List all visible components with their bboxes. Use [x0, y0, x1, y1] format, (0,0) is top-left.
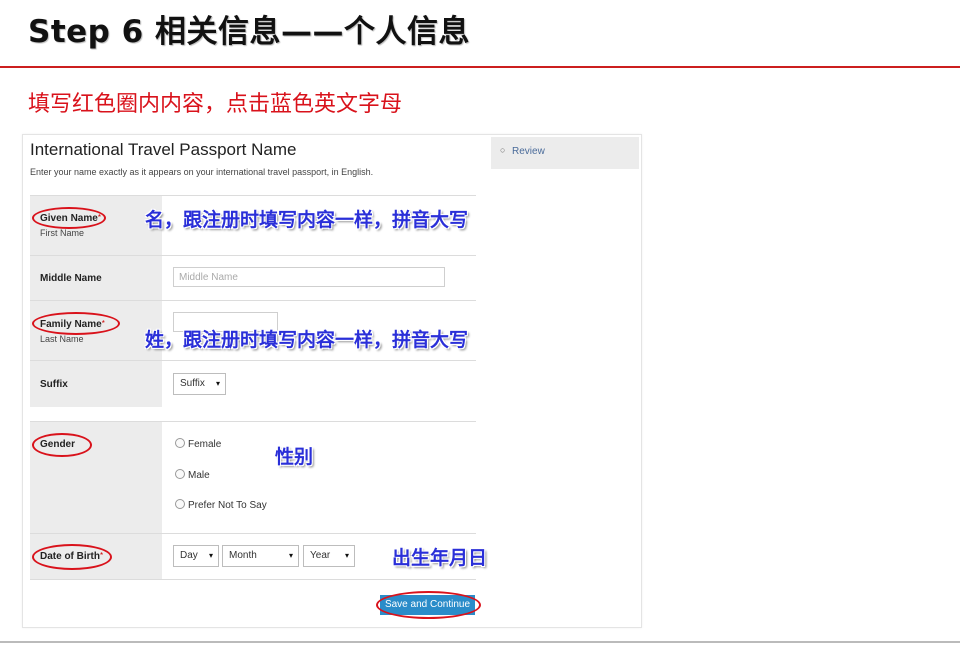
sidebar-item-review[interactable]: ○ Review	[491, 137, 639, 169]
instruction-text: 填写红色圈内内容，点击蓝色英文字母	[28, 92, 403, 117]
middle-name-row: Middle Name Middle Name	[30, 255, 476, 301]
suffix-row: Suffix Suffix ▾	[30, 360, 476, 407]
save-button-highlight-ellipse	[376, 591, 481, 619]
bottom-divider	[0, 641, 960, 643]
gender-row: Gender	[30, 421, 476, 534]
dob-month-value: Month	[229, 550, 257, 561]
radio-circle-icon[interactable]	[175, 499, 185, 509]
gender-radio-female[interactable]: Female	[175, 438, 221, 450]
gender-highlight-ellipse	[32, 433, 92, 457]
middle-name-label: Middle Name	[40, 273, 102, 284]
family-name-highlight-ellipse	[32, 312, 120, 335]
chevron-down-icon: ▾	[288, 551, 293, 560]
suffix-select-value: Suffix	[180, 378, 205, 389]
chevron-down-icon: ▾	[215, 379, 220, 388]
given-name-highlight-ellipse	[32, 207, 106, 229]
gender-annotation: 性别	[275, 446, 314, 468]
suffix-select[interactable]: Suffix ▾	[173, 373, 226, 395]
dob-annotation: 出生年月日	[392, 547, 488, 569]
dob-day-value: Day	[180, 550, 198, 561]
dob-year-select[interactable]: Year ▾	[303, 545, 355, 567]
family-name-sublabel: Last Name	[40, 334, 84, 344]
review-link[interactable]: Review	[512, 146, 545, 157]
chevron-down-icon: ▾	[208, 551, 213, 560]
middle-name-input[interactable]: Middle Name	[173, 267, 445, 287]
slide-title: Step 6 相关信息——个人信息	[28, 14, 471, 50]
gender-option-label: Prefer Not To Say	[188, 500, 267, 511]
family-name-annotation: 姓，跟注册时填写内容一样，拼音大写	[145, 329, 469, 351]
form-title: International Travel Passport Name	[30, 140, 297, 159]
dob-highlight-ellipse	[32, 544, 112, 570]
given-name-sublabel: First Name	[40, 228, 85, 238]
form-subtitle: Enter your name exactly as it appears on…	[30, 167, 374, 177]
gender-option-label: Male	[188, 470, 210, 481]
radio-circle-icon[interactable]	[175, 438, 185, 448]
radio-circle-icon[interactable]	[175, 469, 185, 479]
given-name-annotation: 名，跟注册时填写内容一样，拼音大写	[145, 209, 469, 231]
dob-year-value: Year	[310, 550, 331, 561]
gender-radio-male[interactable]: Male	[175, 469, 210, 481]
gender-option-label: Female	[188, 439, 222, 450]
suffix-label: Suffix	[40, 379, 68, 390]
chevron-down-icon: ▾	[344, 551, 349, 560]
gender-radio-prefer-not[interactable]: Prefer Not To Say	[175, 499, 267, 511]
title-divider	[0, 66, 960, 68]
dob-month-select[interactable]: Month ▾	[222, 545, 299, 567]
dob-day-select[interactable]: Day ▾	[173, 545, 219, 567]
circle-bullet-icon: ○	[500, 145, 506, 155]
